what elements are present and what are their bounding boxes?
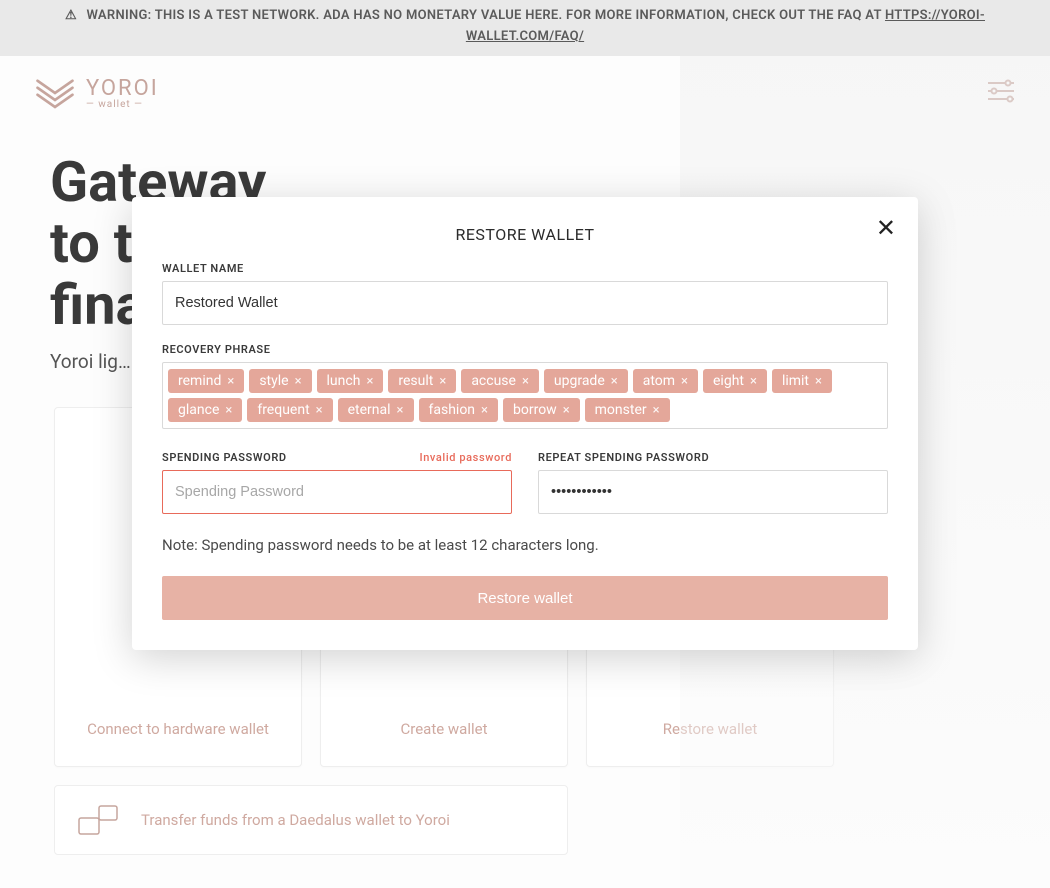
- restore-wallet-modal: RESTORE WALLET ✕ WALLET NAME RECOVERY PH…: [132, 197, 918, 650]
- recovery-phrase-label: RECOVERY PHRASE: [162, 343, 888, 356]
- remove-word-icon[interactable]: ×: [225, 403, 232, 418]
- recovery-word-chip[interactable]: remind ×: [168, 369, 244, 393]
- recovery-word-text: style: [259, 373, 288, 389]
- recovery-word-chip[interactable]: lunch ×: [317, 369, 384, 393]
- remove-word-icon[interactable]: ×: [227, 374, 234, 389]
- modal-title: RESTORE WALLET: [162, 225, 888, 244]
- remove-word-icon[interactable]: ×: [563, 403, 570, 418]
- remove-word-icon[interactable]: ×: [316, 403, 323, 418]
- remove-word-icon[interactable]: ×: [397, 403, 404, 418]
- remove-word-icon[interactable]: ×: [295, 374, 302, 389]
- recovery-phrase-input[interactable]: remind×style×lunch×result×accuse×upgrade…: [162, 362, 888, 429]
- wallet-name-label: WALLET NAME: [162, 262, 888, 275]
- recovery-word-text: limit: [782, 373, 809, 389]
- recovery-word-text: glance: [178, 402, 219, 418]
- repeat-password-label: REPEAT SPENDING PASSWORD: [538, 451, 888, 464]
- wallet-name-input[interactable]: [162, 281, 888, 325]
- recovery-word-text: borrow: [513, 402, 557, 418]
- remove-word-icon[interactable]: ×: [366, 374, 373, 389]
- spending-password-label-text: SPENDING PASSWORD: [162, 451, 287, 464]
- remove-word-icon[interactable]: ×: [522, 374, 529, 389]
- spending-password-input[interactable]: [162, 470, 512, 514]
- recovery-word-chip[interactable]: eternal ×: [338, 398, 414, 422]
- spending-password-label: SPENDING PASSWORD Invalid password: [162, 451, 512, 464]
- remove-word-icon[interactable]: ×: [481, 403, 488, 418]
- recovery-word-text: monster: [595, 402, 647, 418]
- spending-password-error: Invalid password: [419, 451, 512, 464]
- remove-word-icon[interactable]: ×: [611, 374, 618, 389]
- recovery-word-text: result: [398, 373, 433, 389]
- recovery-word-text: eternal: [348, 402, 391, 418]
- remove-word-icon[interactable]: ×: [439, 374, 446, 389]
- recovery-word-chip[interactable]: monster ×: [585, 398, 670, 422]
- close-button[interactable]: ✕: [876, 217, 896, 241]
- recovery-word-chip[interactable]: atom ×: [633, 369, 698, 393]
- modal-overlay: RESTORE WALLET ✕ WALLET NAME RECOVERY PH…: [0, 0, 1050, 888]
- recovery-word-chip[interactable]: frequent ×: [247, 398, 332, 422]
- repeat-password-input[interactable]: [538, 470, 888, 514]
- remove-word-icon[interactable]: ×: [815, 374, 822, 389]
- recovery-word-text: frequent: [257, 402, 309, 418]
- remove-word-icon[interactable]: ×: [681, 374, 688, 389]
- recovery-word-text: remind: [178, 373, 221, 389]
- password-note: Note: Spending password needs to be at l…: [162, 536, 888, 554]
- recovery-word-chip[interactable]: borrow ×: [503, 398, 580, 422]
- recovery-word-text: fashion: [429, 402, 476, 418]
- recovery-word-text: lunch: [327, 373, 361, 389]
- recovery-word-chip[interactable]: style ×: [249, 369, 311, 393]
- recovery-word-chip[interactable]: eight ×: [703, 369, 767, 393]
- recovery-word-text: eight: [713, 373, 744, 389]
- recovery-word-chip[interactable]: accuse ×: [461, 369, 539, 393]
- recovery-word-text: accuse: [471, 373, 516, 389]
- recovery-word-chip[interactable]: fashion ×: [419, 398, 499, 422]
- close-icon: ✕: [876, 215, 896, 242]
- recovery-word-text: upgrade: [554, 373, 605, 389]
- remove-word-icon[interactable]: ×: [653, 403, 660, 418]
- recovery-word-chip[interactable]: limit ×: [772, 369, 832, 393]
- recovery-word-text: atom: [643, 373, 675, 389]
- recovery-word-chip[interactable]: upgrade ×: [544, 369, 628, 393]
- remove-word-icon[interactable]: ×: [750, 374, 757, 389]
- restore-wallet-button[interactable]: Restore wallet: [162, 576, 888, 620]
- recovery-word-chip[interactable]: glance ×: [168, 398, 242, 422]
- recovery-word-chip[interactable]: result ×: [388, 369, 456, 393]
